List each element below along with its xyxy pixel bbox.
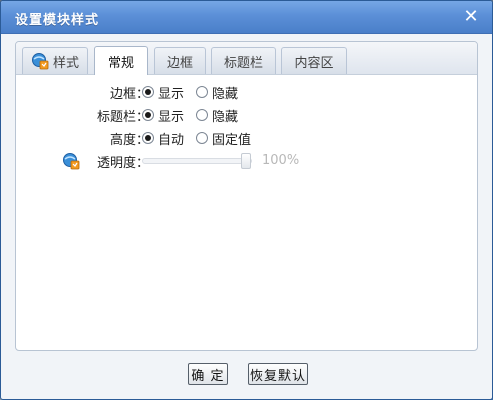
settings-panel: 样式 常规 边框 标题栏 内容区 边框： 显示 隐藏 标题栏： 显示 隐藏 高度… — [15, 41, 478, 351]
dialog-titlebar[interactable]: 设置模块样式 ✕ — [1, 1, 492, 34]
opacity-icon — [63, 153, 80, 170]
opacity-row: 透明度： 100% — [16, 151, 477, 171]
tab-label: 常规 — [107, 55, 134, 71]
tab-label: 内容区 — [294, 55, 334, 71]
tab-bar: 样式 常规 边框 标题栏 内容区 — [16, 42, 477, 75]
ok-button-label: 确 定 — [191, 368, 225, 384]
titlebar-hide-radio[interactable] — [196, 109, 209, 121]
tab-style[interactable]: 样式 — [22, 47, 88, 74]
opacity-value: 100% — [262, 153, 300, 168]
tab-border[interactable]: 边框 — [154, 47, 206, 74]
titlebar-hide-label[interactable]: 隐藏 — [212, 106, 238, 125]
close-icon: ✕ — [463, 6, 479, 27]
opacity-slider-track[interactable] — [142, 153, 252, 169]
tab-titlebar[interactable]: 标题栏 — [211, 47, 276, 74]
height-auto-radio[interactable] — [142, 132, 154, 144]
height-fixed-radio[interactable] — [196, 132, 209, 144]
border-row: 边框： 显示 隐藏 — [16, 82, 477, 102]
border-hide-label[interactable]: 隐藏 — [212, 83, 238, 102]
border-show-radio[interactable] — [142, 86, 154, 98]
titlebar-show-label[interactable]: 显示 — [158, 106, 184, 125]
border-options: 显示 隐藏 — [142, 83, 250, 102]
height-fixed-label[interactable]: 固定值 — [212, 129, 251, 148]
reset-button-label: 恢复默认 — [249, 368, 306, 384]
border-show-label[interactable]: 显示 — [158, 83, 184, 102]
opacity-slider-handle[interactable] — [241, 153, 251, 169]
style-icon — [31, 53, 49, 70]
height-row: 高度： 自动 固定值 — [16, 128, 477, 148]
reset-default-button[interactable]: 恢复默认 — [248, 363, 308, 385]
border-hide-radio[interactable] — [196, 86, 209, 98]
titlebar-show-radio[interactable] — [142, 109, 154, 121]
titlebar-options: 显示 隐藏 — [142, 106, 250, 125]
ok-button[interactable]: 确 定 — [188, 363, 228, 385]
height-options: 自动 固定值 — [142, 129, 263, 148]
module-style-dialog: 设置模块样式 ✕ 样式 常规 边框 标题栏 内容区 边框： 显示 隐藏 标题栏：… — [0, 0, 493, 400]
tab-content-area[interactable]: 内容区 — [281, 47, 347, 74]
tab-label: 样式 — [52, 55, 79, 71]
dialog-title: 设置模块样式 — [15, 13, 100, 28]
titlebar-row: 标题栏： 显示 隐藏 — [16, 105, 477, 125]
tab-label: 标题栏 — [223, 55, 263, 71]
tab-general[interactable]: 常规 — [94, 46, 148, 75]
height-auto-label[interactable]: 自动 — [158, 129, 184, 148]
close-button[interactable]: ✕ — [460, 7, 482, 27]
tab-label: 边框 — [166, 55, 193, 71]
